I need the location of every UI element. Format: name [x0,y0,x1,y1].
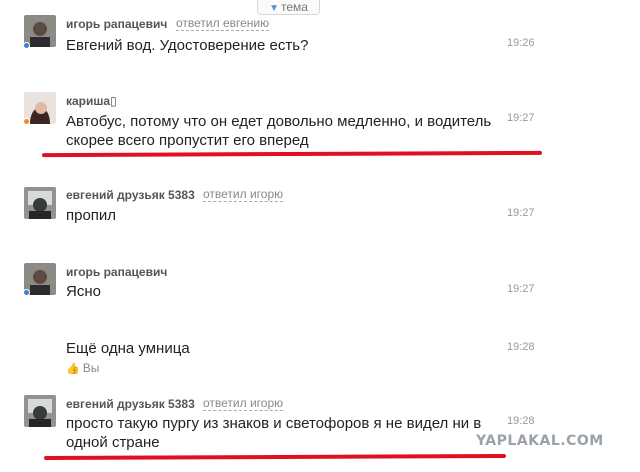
message-time: 19:27 [507,283,535,295]
message-text: Автобус, потому что он едет довольно мед… [66,113,492,130]
message-time: 19:27 [507,112,535,124]
topic-tab-label: тема [280,0,308,14]
topic-tab[interactable]: ▼ тема [257,0,320,15]
online-status-icon [23,289,30,296]
thumbs-up-icon: 👍 [66,363,80,375]
message-time: 19:26 [507,37,535,49]
emoji-icon: ▯ [110,94,117,108]
site-watermark: YAPLAKAL.COM [476,433,604,449]
message-time: 19:28 [507,341,535,353]
message-text: Ясно [66,283,101,300]
online-status-icon [23,42,30,49]
like-indicator[interactable]: 👍 Вы [66,361,99,375]
red-underline [43,453,507,461]
message-text: пропил [66,207,117,224]
online-status-icon [23,118,30,125]
message-text: скорее всего пропустит его вперед [66,132,309,149]
reply-link[interactable]: ответил евгению [176,17,270,31]
message-text: одной стране [66,434,160,451]
message-author[interactable]: евгений друзьяк 5383 [66,188,195,202]
message-time: 19:27 [507,207,535,219]
message-text: Евгений вод. Удостоверение есть? [66,37,309,54]
reply-link[interactable]: ответил игорю [203,188,284,202]
message-author[interactable]: евгений друзьяк 5383 [66,397,195,411]
message-author[interactable]: кариша▯ [66,94,117,108]
message-author[interactable]: игорь рапацевич [66,265,167,279]
avatar[interactable] [24,395,56,427]
message-time: 19:28 [507,415,535,427]
triangle-down-icon: ▼ [269,3,279,14]
red-underline [41,150,543,158]
avatar[interactable] [24,187,56,219]
message-author-name: кариша [66,94,111,108]
message-author[interactable]: игорь рапацевич [66,17,167,31]
message-text: Ещё одна умница [66,340,190,357]
reply-link[interactable]: ответил игорю [203,397,284,411]
message-text: просто такую пургу из знаков и светофоро… [66,415,482,432]
like-label: Вы [82,361,100,375]
